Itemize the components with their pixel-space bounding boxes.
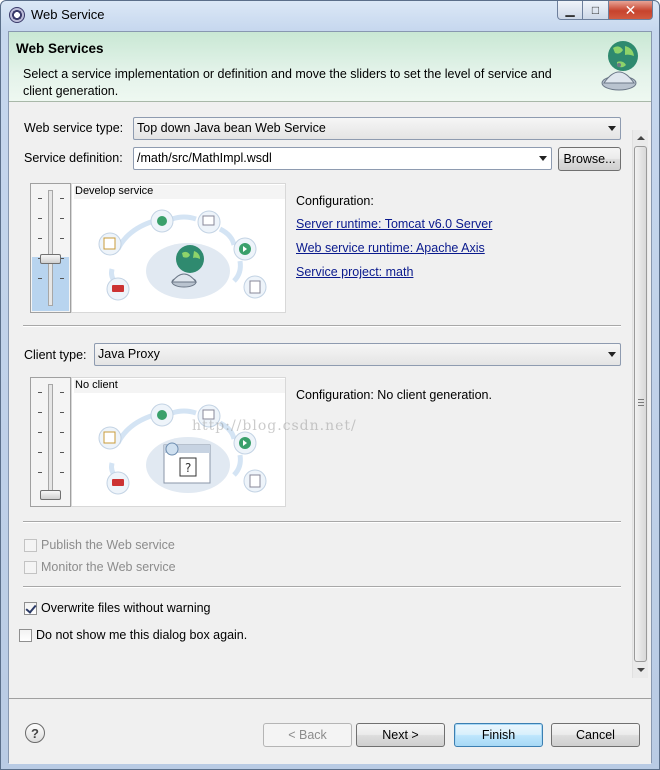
service-type-value: Top down Java bean Web Service <box>137 121 326 135</box>
slider-thumb[interactable] <box>40 490 61 500</box>
slider-tick <box>38 472 42 473</box>
service-level-slider[interactable] <box>30 183 71 313</box>
slider-tick <box>38 198 42 199</box>
ws-runtime-link[interactable]: Web service runtime: Apache Axis <box>296 241 485 255</box>
service-project-link[interactable]: Service project: math <box>296 265 413 279</box>
slider-tick <box>38 432 42 433</box>
client-slider-label: No client <box>74 379 285 393</box>
client-type-select[interactable]: Java Proxy <box>94 343 621 366</box>
wizard-content: Web service type: Top down Java bean Web… <box>9 102 651 698</box>
publish-checkbox[interactable] <box>24 538 37 552</box>
svg-text:?: ? <box>185 461 191 475</box>
client-level-diagram: No client ? <box>71 377 286 507</box>
publish-label: Publish the Web service <box>41 538 175 552</box>
page-description: Select a service implementation or defin… <box>23 67 552 98</box>
close-button[interactable]: ✕ <box>609 1 653 20</box>
overwrite-checkbox-row[interactable]: Overwrite files without warning <box>24 601 211 615</box>
service-type-label: Web service type: <box>24 121 124 135</box>
overwrite-label: Overwrite files without warning <box>41 601 211 615</box>
slider-tick <box>60 198 64 199</box>
slider-tick <box>60 472 64 473</box>
client-lifecycle-diagram-icon: ? <box>98 403 267 495</box>
scroll-up-icon[interactable] <box>637 136 645 140</box>
service-definition-value: /math/src/MathImpl.wsdl <box>137 151 272 165</box>
finish-button[interactable]: Finish <box>454 723 543 747</box>
slider-track <box>48 384 53 500</box>
window-controls: ▁ □ ✕ <box>557 1 653 21</box>
wizard-footer: ? < Back Next > Finish Cancel <box>9 698 651 764</box>
slider-tick <box>60 392 64 393</box>
slider-tick <box>38 412 42 413</box>
slider-thumb[interactable] <box>40 253 61 264</box>
slider-track <box>48 190 53 306</box>
monitor-checkbox[interactable] <box>24 560 37 574</box>
slider-tick <box>60 412 64 413</box>
slider-tick <box>38 218 42 219</box>
minimize-icon: ▁ <box>565 3 575 17</box>
help-icon[interactable]: ? <box>25 723 45 743</box>
vertical-scrollbar[interactable] <box>632 130 648 678</box>
eclipse-icon <box>9 7 25 23</box>
slider-tick <box>38 278 42 279</box>
back-button[interactable]: < Back <box>263 723 352 747</box>
grip-line <box>638 399 644 400</box>
slider-tick <box>60 452 64 453</box>
publish-checkbox-row[interactable]: Publish the Web service <box>24 538 175 552</box>
maximize-icon: □ <box>591 3 600 17</box>
watermark-text: http://blog.csdn.net/ <box>192 418 357 434</box>
close-icon: ✕ <box>624 1 637 18</box>
window-title: Web Service <box>31 7 105 22</box>
slider-tick <box>38 392 42 393</box>
service-lifecycle-diagram-icon <box>98 209 267 301</box>
client-config-text: Configuration: No client generation. <box>296 388 492 402</box>
slider-tick <box>38 238 42 239</box>
minimize-button[interactable]: ▁ <box>557 1 583 20</box>
slider-tick <box>60 432 64 433</box>
slider-tick <box>60 278 64 279</box>
client-type-value: Java Proxy <box>98 347 160 361</box>
service-definition-input[interactable]: /math/src/MathImpl.wsdl <box>133 147 552 170</box>
next-button[interactable]: Next > <box>356 723 445 747</box>
server-runtime-link[interactable]: Server runtime: Tomcat v6.0 Server <box>296 217 492 231</box>
client-type-label: Client type: <box>24 348 87 362</box>
client-level-slider[interactable] <box>30 377 71 507</box>
maximize-button[interactable]: □ <box>583 1 609 20</box>
slider-tick <box>38 452 42 453</box>
service-definition-label: Service definition: <box>24 151 123 165</box>
grip-line <box>638 402 644 403</box>
slider-tick <box>60 238 64 239</box>
do-not-show-label: Do not show me this dialog box again. <box>36 628 248 642</box>
separator <box>23 586 621 588</box>
page-title: Web Services <box>16 41 104 56</box>
service-level-diagram: Develop service <box>71 183 286 313</box>
grip-line <box>638 405 644 406</box>
scroll-down-icon[interactable] <box>637 668 645 672</box>
chevron-down-icon <box>608 126 616 131</box>
web-service-globe-icon <box>601 41 638 91</box>
separator <box>23 325 621 327</box>
dialog-window: Web Service ▁ □ ✕ Web Services Select a … <box>0 0 660 770</box>
service-slider-label: Develop service <box>74 185 285 199</box>
separator <box>23 521 621 523</box>
chevron-down-icon <box>608 352 616 357</box>
service-type-select[interactable]: Top down Java bean Web Service <box>133 117 621 140</box>
monitor-checkbox-row[interactable]: Monitor the Web service <box>24 560 176 574</box>
scrollbar-thumb[interactable] <box>634 146 647 662</box>
monitor-label: Monitor the Web service <box>41 560 176 574</box>
cancel-button[interactable]: Cancel <box>551 723 640 747</box>
overwrite-checkbox[interactable] <box>24 601 37 615</box>
service-config-title: Configuration: <box>296 194 374 208</box>
title-bar[interactable]: Web Service ▁ □ ✕ <box>1 1 659 30</box>
chevron-down-icon <box>539 156 547 161</box>
wizard-banner: Web Services Select a service implementa… <box>9 32 651 102</box>
slider-tick <box>60 218 64 219</box>
dialog-client: Web Services Select a service implementa… <box>8 31 652 764</box>
browse-button[interactable]: Browse... <box>558 147 621 171</box>
do-not-show-checkbox[interactable] <box>19 628 32 642</box>
do-not-show-checkbox-row[interactable]: Do not show me this dialog box again. <box>19 628 247 642</box>
